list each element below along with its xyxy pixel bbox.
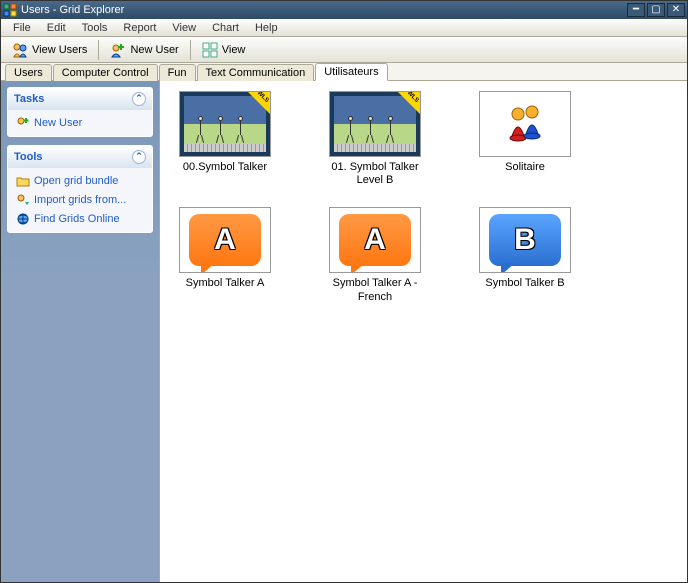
grid-item-label: Symbol Talker A (170, 277, 280, 290)
tools-panel-title: Tools (14, 151, 43, 163)
grid-thumb: B (479, 207, 571, 273)
user-grid: WLS 00.Symbol Talker WLS 01. Symbol Talk (170, 91, 677, 304)
app-icon (3, 3, 17, 17)
users-icon (12, 42, 28, 58)
new-user-label: New User (130, 44, 178, 56)
window-controls: ━ ▢ ✕ (627, 3, 685, 17)
collapse-icon[interactable]: ⌃ (132, 92, 146, 106)
tools-panel-body: Open grid bundle Import grids from... (8, 168, 152, 232)
view-users-button[interactable]: View Users (5, 39, 94, 61)
grid-thumb: A (329, 207, 421, 273)
menu-report[interactable]: Report (115, 20, 164, 36)
find-grids-online-label: Find Grids Online (34, 213, 120, 225)
grid-item-label: Symbol Talker B (470, 277, 580, 290)
tasks-panel-title: Tasks (14, 93, 44, 105)
new-user-small-icon (16, 116, 30, 130)
folder-icon (16, 174, 30, 188)
grid-item-solitaire[interactable]: Solitaire (470, 91, 580, 187)
grid-thumb: WLS (179, 91, 271, 157)
menu-help[interactable]: Help (247, 20, 286, 36)
speech-bubble-icon: A (189, 214, 261, 266)
maximize-button[interactable]: ▢ (647, 3, 665, 17)
grid-thumb: WLS (329, 91, 421, 157)
view-label: View (222, 44, 246, 56)
tasks-panel: Tasks ⌃ New User (7, 87, 153, 137)
toolbar-separator (190, 40, 191, 60)
grid-thumb: A (179, 207, 271, 273)
menu-file[interactable]: File (5, 20, 39, 36)
view-button[interactable]: View (195, 39, 253, 61)
menu-tools[interactable]: Tools (74, 20, 116, 36)
menu-edit[interactable]: Edit (39, 20, 74, 36)
grid-item-label: 00.Symbol Talker (170, 161, 280, 174)
view-users-label: View Users (32, 44, 87, 56)
grid-item-symbol-talker-b[interactable]: B Symbol Talker B (470, 207, 580, 303)
globe-icon (16, 212, 30, 226)
menu-bar: File Edit Tools Report View Chart Help (1, 19, 687, 37)
tab-fun[interactable]: Fun (159, 64, 196, 81)
open-grid-bundle-link[interactable]: Open grid bundle (16, 174, 144, 188)
open-grid-bundle-label: Open grid bundle (34, 175, 118, 187)
grid-item-label: Symbol Talker A - French (320, 277, 430, 303)
find-grids-online-link[interactable]: Find Grids Online (16, 212, 144, 226)
grid-item-symbol-talker-00[interactable]: WLS 00.Symbol Talker (170, 91, 280, 187)
toolbar-separator (98, 40, 99, 60)
tasks-panel-body: New User (8, 110, 152, 136)
tab-text-communication[interactable]: Text Communication (197, 64, 315, 81)
grid-item-symbol-talker-level-b[interactable]: WLS 01. Symbol Talker Level B (320, 91, 430, 187)
grid-item-label: Solitaire (470, 161, 580, 174)
menu-chart[interactable]: Chart (204, 20, 247, 36)
new-user-icon (110, 42, 126, 58)
view-icon (202, 42, 218, 58)
minimize-button[interactable]: ━ (627, 3, 645, 17)
collapse-icon[interactable]: ⌃ (132, 150, 146, 164)
tools-panel: Tools ⌃ Open grid bundle (7, 145, 153, 233)
tab-row: Users Computer Control Fun Text Communic… (1, 63, 687, 81)
import-icon (16, 193, 30, 207)
new-user-button[interactable]: New User (103, 39, 185, 61)
tasks-panel-header[interactable]: Tasks ⌃ (8, 88, 152, 110)
tab-computer-control[interactable]: Computer Control (53, 64, 158, 81)
close-button[interactable]: ✕ (667, 3, 685, 17)
grid-thumb (479, 91, 571, 157)
menu-view[interactable]: View (164, 20, 204, 36)
title-bar: Users - Grid Explorer ━ ▢ ✕ (1, 1, 687, 19)
toolbar: View Users New User View (1, 37, 687, 63)
speech-bubble-icon: A (339, 214, 411, 266)
import-grids-link[interactable]: Import grids from... (16, 193, 144, 207)
content-area: WLS 00.Symbol Talker WLS 01. Symbol Talk (159, 81, 687, 582)
window-title: Users - Grid Explorer (21, 4, 627, 16)
import-grids-label: Import grids from... (34, 194, 126, 206)
tasks-new-user-label: New User (34, 117, 82, 129)
grid-item-label: 01. Symbol Talker Level B (320, 161, 430, 187)
tab-utilisateurs[interactable]: Utilisateurs (315, 63, 387, 81)
grid-item-symbol-talker-a-french[interactable]: A Symbol Talker A - French (320, 207, 430, 303)
main-split: Tasks ⌃ New User Tools (1, 81, 687, 582)
sidebar: Tasks ⌃ New User Tools (1, 81, 159, 582)
grid-item-symbol-talker-a[interactable]: A Symbol Talker A (170, 207, 280, 303)
speech-bubble-icon: B (489, 214, 561, 266)
tab-users[interactable]: Users (5, 64, 52, 81)
tasks-new-user-link[interactable]: New User (16, 116, 144, 130)
tools-panel-header[interactable]: Tools ⌃ (8, 146, 152, 168)
